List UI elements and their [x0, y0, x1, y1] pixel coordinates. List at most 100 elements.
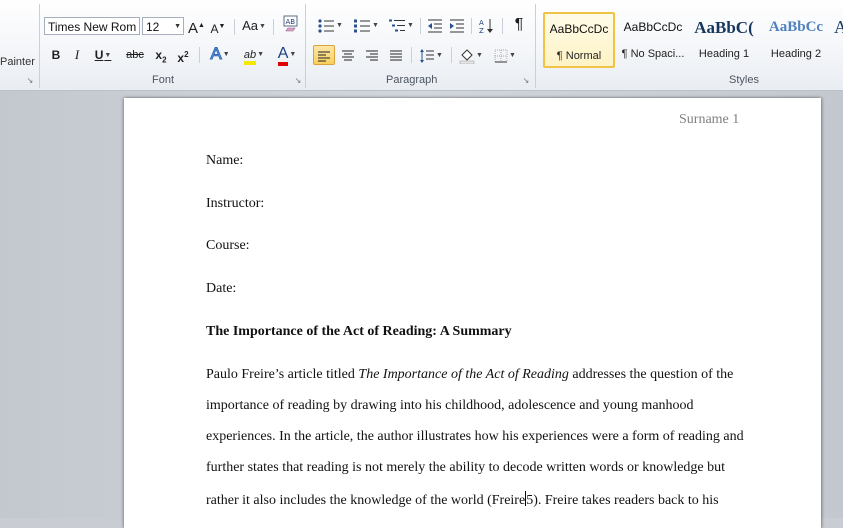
increase-indent-icon	[450, 19, 464, 33]
align-right-button[interactable]	[361, 45, 383, 65]
underline-button[interactable]: U▼	[90, 45, 116, 65]
increase-indent-button[interactable]	[447, 15, 467, 35]
font-size-combo[interactable]: 12 ▼	[142, 17, 184, 35]
divider	[234, 19, 235, 35]
styles-group-label: Styles	[729, 74, 759, 86]
show-formatting-marks-button[interactable]: ¶	[508, 15, 530, 35]
clipboard-launcher-icon[interactable]: ↘	[26, 77, 34, 85]
style-heading-2-name: Heading 2	[770, 48, 822, 60]
shrink-arrow-icon: ▼	[218, 23, 226, 30]
divider	[199, 47, 200, 63]
highlight-button[interactable]: ab▼	[238, 44, 270, 65]
chevron-down-icon: ▼	[104, 51, 112, 59]
paragraph-line: importance of reading by drawing into hi…	[206, 398, 694, 413]
decrease-indent-icon	[428, 19, 442, 33]
svg-text:Z: Z	[479, 27, 484, 35]
chevron-down-icon: ▼	[372, 21, 379, 29]
divider	[451, 47, 452, 63]
clear-formatting-icon: AB	[283, 15, 298, 32]
paragraph-text: 5). Freire takes readers back to his	[526, 493, 719, 508]
svg-text:A: A	[479, 19, 484, 27]
text-effects-button[interactable]: A▼	[206, 44, 234, 64]
sort-button[interactable]: A Z	[476, 15, 498, 35]
clear-formatting-button[interactable]: AB	[282, 14, 300, 34]
style-no-spacing[interactable]: AaBbCcDc ¶ No Spaci...	[617, 12, 689, 68]
chevron-down-icon: ▼	[258, 22, 266, 30]
paragraph-launcher-icon[interactable]: ↘	[522, 77, 530, 85]
course-line: Course:	[206, 238, 250, 253]
grow-font-label: A	[188, 20, 199, 37]
divider	[420, 18, 421, 34]
strikethrough-label: abc	[126, 49, 144, 61]
style-normal-name: ¶ Normal	[556, 50, 602, 62]
font-name-value: Times New Rom	[48, 20, 137, 34]
paragraph-text: addresses the question of the	[568, 367, 734, 382]
multilevel-list-button[interactable]: ▼	[386, 15, 416, 35]
font-name-combo[interactable]: Times New Rom	[44, 17, 140, 35]
shrink-font-button[interactable]: A▼	[210, 17, 226, 37]
document-title: The Importance of the Act of Reading: A …	[206, 324, 512, 339]
paragraph-line: experiences. In the article, the author …	[206, 429, 744, 444]
chevron-down-icon: ▼	[336, 21, 343, 29]
style-heading-2-sample: AaBbCc	[768, 19, 824, 35]
numbering-button[interactable]: ▼	[350, 15, 382, 35]
article-title: The Importance of the Act of Reading	[358, 367, 569, 382]
style-heading-2[interactable]: AaBbCc Heading 2	[762, 12, 830, 68]
change-case-label: Aa	[242, 18, 258, 33]
style-normal-sample: AaBbCcDc	[549, 22, 609, 36]
style-no-spacing-name: ¶ No Spaci...	[621, 48, 685, 60]
grow-arrow-icon: ▲	[198, 22, 205, 29]
clear-formatting-text: AB	[286, 18, 296, 26]
align-left-button[interactable]	[313, 45, 335, 65]
text-effects-icon: A	[210, 44, 222, 64]
borders-icon	[494, 49, 508, 63]
style-heading-1[interactable]: AaBbC( Heading 1	[690, 12, 758, 68]
decrease-indent-button[interactable]	[425, 15, 445, 35]
ribbon: Painter ↘ Times New Rom 12 ▼ A▲ A▼ Aa▼ A…	[0, 0, 843, 91]
style-title-sample: A	[834, 17, 843, 37]
justify-button[interactable]	[385, 45, 407, 65]
align-right-icon	[366, 50, 378, 61]
superscript-button[interactable]: x2	[174, 45, 192, 65]
line-spacing-icon	[420, 48, 435, 63]
chevron-down-icon: ▼	[436, 51, 443, 59]
shading-button[interactable]: ▼	[456, 45, 486, 65]
chevron-down-icon: ▼	[222, 50, 230, 58]
paragraph-line: further states that reading is not merel…	[206, 460, 726, 475]
bullets-button[interactable]: ▼	[314, 15, 346, 35]
strikethrough-button[interactable]: abc	[124, 45, 146, 65]
subscript-button[interactable]: x2	[152, 45, 170, 65]
font-color-button[interactable]: A▼	[272, 44, 302, 66]
numbering-icon	[354, 19, 371, 33]
borders-button[interactable]: ▼	[490, 45, 520, 65]
align-center-button[interactable]	[337, 45, 359, 65]
format-painter-button[interactable]: Painter	[0, 52, 36, 72]
superscript-mark: 2	[184, 50, 189, 59]
page-header: Surname 1	[679, 112, 740, 127]
bold-button[interactable]: B	[46, 45, 66, 65]
chevron-down-icon: ▼	[289, 50, 297, 58]
subscript-mark: 2	[162, 55, 167, 65]
style-title[interactable]: A	[834, 12, 843, 68]
italic-button[interactable]: I	[68, 45, 86, 65]
document-page[interactable]: Surname 1 Name: Instructor: Course: Date…	[124, 98, 821, 528]
style-normal[interactable]: AaBbCcDc ¶ Normal	[543, 12, 615, 68]
paragraph-group-label: Paragraph	[386, 74, 438, 86]
chevron-down-icon: ▼	[257, 50, 265, 58]
line-spacing-button[interactable]: ▼	[416, 45, 446, 65]
paragraph-line: rather it also includes the knowledge of…	[206, 491, 719, 509]
grow-font-button[interactable]: A▲	[188, 16, 205, 37]
underline-label: U	[94, 48, 104, 62]
paragraph-text: Paulo Freire’s article titled	[206, 367, 359, 382]
font-size-dropdown-icon[interactable]: ▼	[174, 18, 181, 36]
divider	[411, 47, 412, 63]
paint-bucket-icon	[459, 49, 475, 65]
change-case-button[interactable]: Aa▼	[240, 16, 268, 36]
divider	[305, 4, 306, 88]
italic-label: I	[74, 47, 80, 62]
font-color-icon: A	[277, 46, 289, 66]
highlighter-icon: ab	[243, 49, 257, 65]
font-launcher-icon[interactable]: ↘	[294, 77, 302, 85]
align-center-icon	[342, 50, 354, 61]
chevron-down-icon: ▼	[407, 21, 414, 29]
